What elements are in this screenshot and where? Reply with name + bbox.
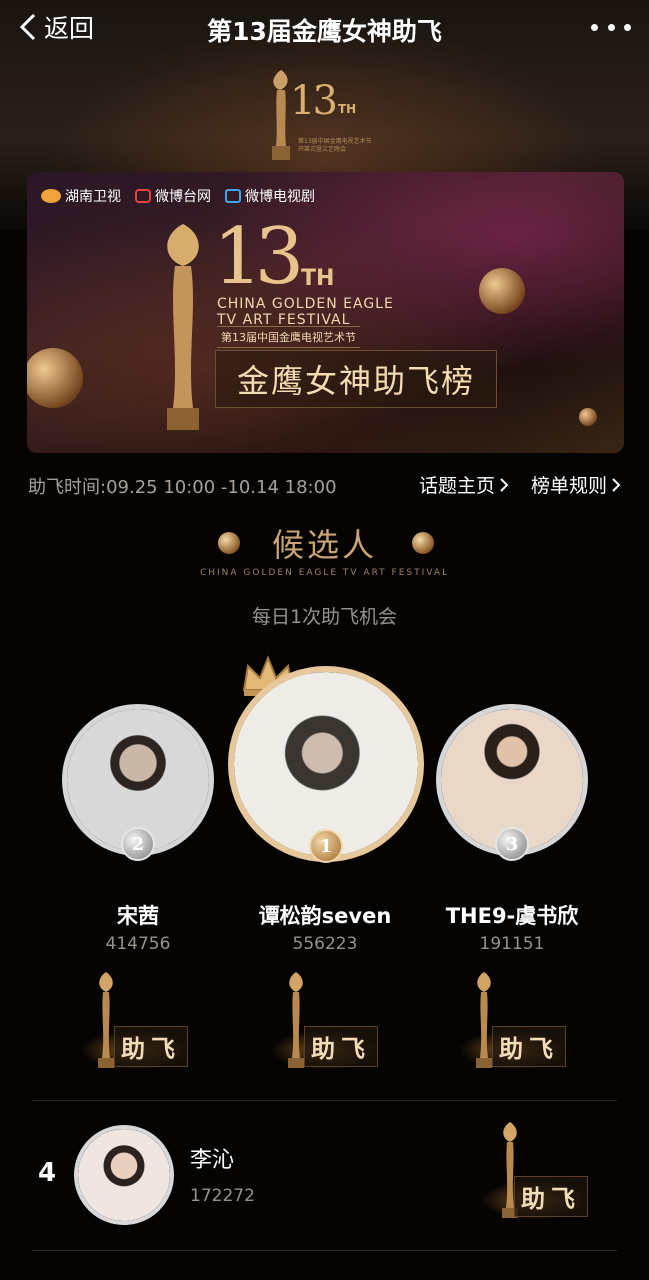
weibo-tv-logo: 微博电视剧 bbox=[225, 186, 315, 206]
weibo-taiwang-label: 微博台网 bbox=[155, 189, 211, 205]
rules-link[interactable]: 榜单规则 bbox=[531, 471, 621, 498]
weibo-tv-label: 微博电视剧 bbox=[245, 189, 315, 205]
golden-eagle-statue-icon bbox=[167, 224, 199, 430]
boost-time: 助飞时间:09.25 10:00 -10.14 18:00 bbox=[28, 477, 337, 498]
weibo-taiwang-logo: 微博台网 bbox=[135, 186, 211, 206]
boost-label: 助飞 bbox=[114, 1026, 188, 1067]
list-name: 李沁 bbox=[190, 1148, 235, 1173]
rank-medal-2: 2 bbox=[121, 827, 155, 861]
section-english: CHINA GOLDEN EAGLE TV ART FESTIVAL bbox=[199, 568, 450, 578]
candidate-name: 谭松韵seven bbox=[258, 904, 392, 928]
divider bbox=[32, 1100, 617, 1101]
topic-home-link[interactable]: 话题主页 bbox=[419, 471, 509, 498]
page-title: 第13届金鹰女神助飞 bbox=[207, 17, 442, 46]
daily-chance-text: 每日1次助飞机会 bbox=[251, 606, 398, 628]
topic-home-label: 话题主页 bbox=[418, 475, 495, 497]
boost-button[interactable]: 助飞 bbox=[480, 1120, 590, 1230]
rank-medal-1: 1 bbox=[309, 829, 343, 863]
section-title: 候选人 bbox=[271, 526, 377, 564]
emblem-number: 13 bbox=[290, 78, 338, 124]
candidate-score: 556223 bbox=[292, 934, 358, 954]
rank-medal-3: 3 bbox=[495, 827, 529, 861]
banner-number: 13 bbox=[213, 212, 304, 302]
boost-label: 助飞 bbox=[492, 1026, 566, 1067]
boost-button[interactable]: 助飞 bbox=[80, 970, 190, 1080]
festival-banner[interactable]: 湖南卫视 微博台网 微博电视剧 13 TH CHINA GOLDEN EAGLE… bbox=[27, 172, 624, 453]
more-options-icon[interactable] bbox=[591, 14, 631, 40]
nav-bar: 返回 第13届金鹰女神助飞 bbox=[0, 0, 649, 56]
hunan-tv-icon bbox=[41, 189, 61, 203]
divider bbox=[32, 1250, 617, 1251]
decor-sphere-icon bbox=[579, 408, 597, 426]
chevron-right-icon bbox=[500, 477, 509, 492]
avatar-photo bbox=[78, 1129, 170, 1221]
list-avatar[interactable] bbox=[74, 1125, 174, 1225]
header-links: 话题主页 榜单规则 bbox=[419, 471, 621, 498]
banner-chinese: 第13届中国金鹰电视艺术节 bbox=[217, 326, 360, 348]
banner-suffix: TH bbox=[301, 266, 335, 291]
decor-sphere-icon bbox=[27, 348, 83, 408]
banner-english: CHINA GOLDEN EAGLE TV ART FESTIVAL bbox=[217, 296, 394, 328]
candidate-score: 191151 bbox=[479, 934, 545, 954]
weibo-icon bbox=[135, 189, 151, 203]
candidate-name: 宋茜 bbox=[117, 904, 159, 928]
partner-logos: 湖南卫视 微博台网 微博电视剧 bbox=[41, 186, 315, 206]
candidate-name: THE9-虞书欣 bbox=[445, 904, 579, 928]
hunan-tv-logo: 湖南卫视 bbox=[41, 186, 121, 206]
list-rank: 4 bbox=[38, 1158, 57, 1188]
candidate-score: 414756 bbox=[105, 934, 171, 954]
boost-button[interactable]: 助飞 bbox=[458, 970, 568, 1080]
list-score: 172272 bbox=[190, 1186, 255, 1206]
emblem-subtitle: 第13届中国金鹰电视艺术节 开幕式暨文艺晚会 bbox=[298, 138, 372, 153]
festival-emblem: 13 TH 第13届中国金鹰电视艺术节 开幕式暨文艺晚会 bbox=[260, 60, 380, 170]
candidates-heading: 候选人 CHINA GOLDEN EAGLE TV ART FESTIVAL bbox=[0, 520, 649, 578]
emblem-suffix: TH bbox=[338, 102, 357, 116]
boost-button[interactable]: 助飞 bbox=[270, 970, 380, 1080]
boost-label: 助飞 bbox=[304, 1026, 378, 1067]
rules-label: 榜单规则 bbox=[530, 475, 607, 497]
tv-icon bbox=[225, 189, 241, 203]
banner-board-title: 金鹰女神助飞榜 bbox=[215, 350, 497, 408]
boost-label: 助飞 bbox=[514, 1176, 588, 1217]
decor-sphere-icon bbox=[479, 268, 525, 314]
hunan-tv-label: 湖南卫视 bbox=[65, 189, 121, 205]
chevron-right-icon bbox=[612, 477, 621, 492]
